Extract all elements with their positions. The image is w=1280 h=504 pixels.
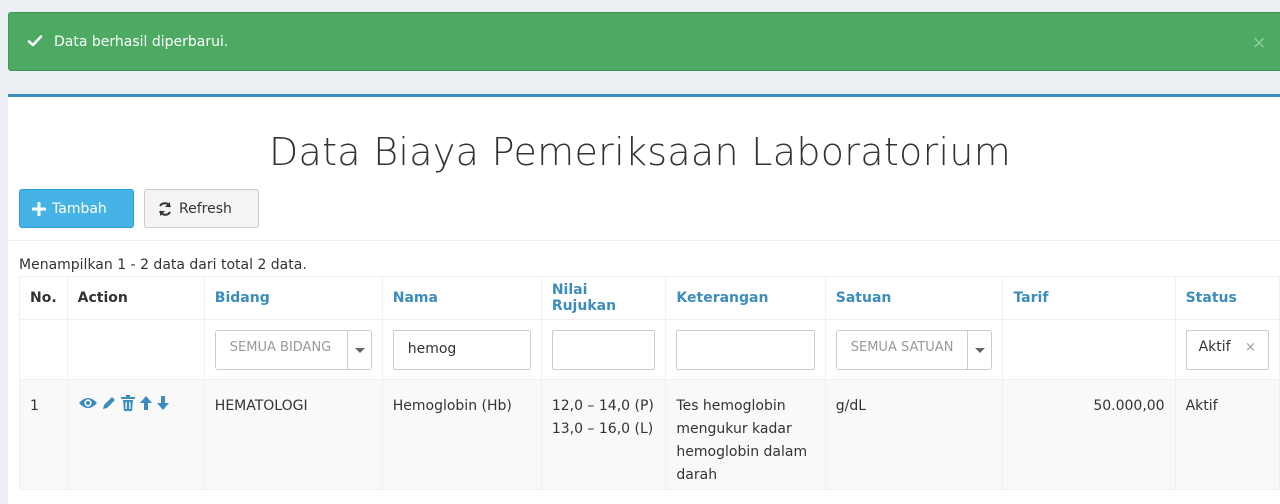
pencil-icon[interactable]	[101, 395, 117, 411]
data-table: No. Action Bidang Nama Nilai Rujukan Ket…	[19, 276, 1280, 490]
chevron-down-icon[interactable]	[346, 330, 371, 369]
filter-cell-keterangan	[665, 319, 826, 380]
column-header-action: Action	[66, 276, 205, 320]
table-row: 1 HEMATOLOGI Hemoglobin (Hb) 12,0 – 14,0…	[19, 379, 1280, 490]
bidang-filter-select[interactable]: SEMUA BIDANG	[214, 329, 372, 370]
success-alert: Data berhasil diperbarui. ×	[8, 12, 1280, 71]
check-icon	[27, 33, 43, 49]
keterangan-filter-input[interactable]	[676, 329, 815, 370]
add-button[interactable]: Tambah	[19, 189, 134, 228]
eye-icon[interactable]	[78, 395, 98, 411]
filter-cell-empty	[66, 319, 205, 380]
bidang-filter-value: SEMUA BIDANG	[229, 339, 332, 355]
column-header-keterangan[interactable]: Keterangan	[665, 276, 826, 320]
row-nama: Hemoglobin (Hb)	[381, 379, 542, 490]
alert-message: Data berhasil diperbarui.	[54, 34, 229, 50]
nilai-rujukan-line: 13,0 – 16,0 (L)	[551, 421, 654, 437]
status-filter-select[interactable]: Aktif ×	[1185, 329, 1269, 370]
filter-cell-satuan: SEMUA SATUAN	[824, 319, 1004, 380]
status-clear-button[interactable]: ×	[1245, 340, 1256, 355]
refresh-icon	[159, 201, 171, 216]
row-tarif: 50.000,00	[1002, 379, 1176, 490]
filter-cell-tarif	[1002, 319, 1176, 380]
column-header-satuan[interactable]: Satuan	[824, 276, 1004, 320]
row-number: 1	[19, 379, 68, 490]
column-header-nama[interactable]: Nama	[381, 276, 542, 320]
filter-cell-bidang: SEMUA BIDANG	[203, 319, 383, 380]
alert-close-button[interactable]: ×	[1252, 33, 1266, 53]
trash-icon[interactable]	[120, 395, 136, 411]
row-bidang: HEMATOLOGI	[203, 379, 383, 490]
column-header-bidang[interactable]: Bidang	[203, 276, 383, 320]
filter-cell-status: Aktif ×	[1174, 319, 1280, 380]
refresh-button[interactable]: Refresh	[144, 189, 259, 228]
column-header-nilai-rujukan[interactable]: Nilai Rujukan	[540, 276, 667, 320]
refresh-button-label: Refresh	[179, 200, 232, 217]
add-button-label: Tambah	[52, 200, 107, 217]
filter-cell-nama: hemog	[381, 319, 542, 380]
nama-filter-input[interactable]: hemog	[392, 329, 531, 370]
page-title: Data Biaya Pemeriksaan Laboratorium	[268, 130, 1012, 174]
arrow-up-icon[interactable]	[139, 395, 153, 411]
filter-row: SEMUA BIDANG hemog SEMUA SATUAN Aktif ×	[19, 319, 1280, 380]
chevron-down-icon[interactable]	[967, 330, 991, 369]
arrow-down-icon[interactable]	[156, 395, 170, 411]
row-actions	[66, 379, 205, 490]
row-satuan: g/dL	[824, 379, 1004, 490]
row-status: Aktif	[1174, 379, 1280, 490]
satuan-filter-value: SEMUA SATUAN	[850, 339, 954, 355]
column-header-status[interactable]: Status	[1174, 276, 1280, 320]
row-nilai-rujukan: 12,0 – 14,0 (P) 13,0 – 16,0 (L)	[540, 379, 667, 490]
divider	[8, 240, 1280, 241]
filter-cell-empty	[19, 319, 68, 380]
column-header-no: No.	[19, 276, 68, 320]
row-keterangan: Tes hemoglobin mengukur kadar hemoglobin…	[665, 379, 826, 490]
result-summary: Menampilkan 1 - 2 data dari total 2 data…	[19, 257, 307, 273]
satuan-filter-select[interactable]: SEMUA SATUAN	[835, 329, 993, 370]
table-header-row: No. Action Bidang Nama Nilai Rujukan Ket…	[19, 276, 1280, 320]
nilai-rujukan-filter-input[interactable]	[551, 329, 656, 370]
column-header-tarif[interactable]: Tarif	[1002, 276, 1176, 320]
status-filter-value: Aktif	[1198, 338, 1231, 355]
nilai-rujukan-line: 12,0 – 14,0 (P)	[551, 398, 654, 414]
plus-icon	[32, 201, 46, 216]
filter-cell-nilai-rujukan	[540, 319, 667, 380]
